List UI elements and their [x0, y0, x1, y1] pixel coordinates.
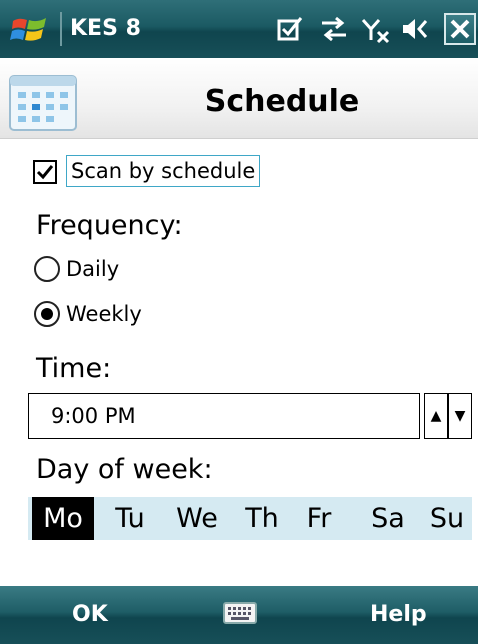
day-th[interactable]: Th [232, 497, 292, 540]
scan-by-schedule-checkbox[interactable] [33, 160, 57, 184]
close-button[interactable] [444, 13, 476, 45]
app-title: KES 8 [70, 16, 141, 41]
close-icon [450, 19, 470, 39]
time-down-button[interactable]: ▼ [448, 393, 472, 439]
windows-start-icon[interactable] [10, 12, 50, 46]
frequency-title: Frequency: [36, 210, 183, 241]
checkmark-icon [36, 165, 54, 180]
keyboard-icon[interactable] [222, 598, 258, 628]
radio-daily-label[interactable]: Daily [66, 256, 119, 282]
time-title: Time: [36, 353, 112, 384]
day-of-week-selector: Mo Tu We Th Fr Sa Su [28, 497, 472, 540]
day-mo[interactable]: Mo [32, 497, 94, 540]
softkey-bar: OK Help [0, 586, 478, 644]
radio-daily[interactable] [34, 256, 60, 282]
page-header: Schedule [0, 58, 478, 139]
no-signal-icon[interactable] [360, 12, 392, 46]
help-softkey[interactable]: Help [370, 602, 427, 628]
status-divider [60, 12, 62, 46]
radio-weekly-label[interactable]: Weekly [66, 301, 142, 327]
ok-softkey[interactable]: OK [72, 602, 108, 628]
time-up-button[interactable]: ▲ [424, 393, 448, 439]
arrow-up-icon: ▲ [430, 408, 442, 424]
day-tu[interactable]: Tu [100, 497, 160, 540]
radio-selected-dot [41, 308, 53, 320]
day-sa[interactable]: Sa [358, 497, 418, 540]
status-bar: KES 8 [0, 0, 478, 58]
radio-weekly[interactable] [34, 301, 60, 327]
day-of-week-title: Day of week: [36, 454, 213, 485]
speaker-icon[interactable] [400, 12, 432, 46]
task-check-icon[interactable] [274, 12, 306, 46]
day-we[interactable]: We [164, 497, 230, 540]
sync-arrows-icon[interactable] [318, 12, 350, 46]
page-title: Schedule [204, 84, 360, 119]
day-su[interactable]: Su [422, 497, 472, 540]
time-value: 9:00 PM [51, 404, 136, 428]
day-fr[interactable]: Fr [294, 497, 344, 540]
scan-by-schedule-label[interactable]: Scan by schedule [66, 155, 261, 187]
time-input[interactable]: 9:00 PM [28, 393, 420, 439]
arrow-down-icon: ▼ [454, 408, 466, 424]
